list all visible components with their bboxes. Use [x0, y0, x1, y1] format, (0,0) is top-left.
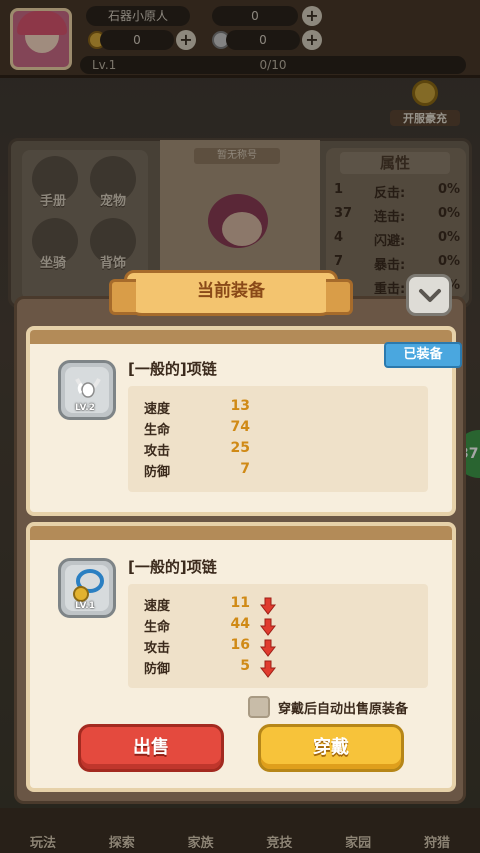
- decrease-arrow-icon: [260, 597, 276, 615]
- equipped-badge: 已装备: [384, 342, 462, 368]
- item-level: LV.2: [75, 403, 95, 413]
- necklace-icon: [75, 378, 101, 398]
- stat-row: 速度 13: [144, 398, 250, 417]
- stat-row: 攻击 25: [144, 440, 250, 459]
- item-level: LV.1: [75, 601, 95, 611]
- dialog-header: 当前装备: [109, 270, 353, 316]
- equipped-item-name: [一般的]项链: [128, 360, 217, 378]
- stat-row: 速度 11: [144, 595, 424, 615]
- stat-row: 防御 7: [144, 461, 250, 480]
- decrease-arrow-icon: [260, 660, 276, 678]
- new-item-name: [一般的]项链: [128, 558, 217, 576]
- auto-sell-checkbox[interactable]: [248, 696, 270, 718]
- collapse-button[interactable]: [406, 274, 452, 316]
- stat-row: 防御 5: [144, 658, 424, 678]
- wear-button[interactable]: 穿戴: [258, 724, 404, 772]
- stat-row: 生命 74: [144, 419, 250, 438]
- sell-button[interactable]: 出售: [78, 724, 224, 772]
- decrease-arrow-icon: [260, 618, 276, 636]
- stat-row: 生命 44: [144, 616, 424, 636]
- new-item-icon[interactable]: LV.1: [58, 558, 116, 618]
- decrease-arrow-icon: [260, 639, 276, 657]
- pendant-icon: [73, 569, 104, 602]
- dialog-title: 当前装备: [197, 281, 265, 301]
- equipped-item-icon[interactable]: LV.2: [58, 360, 116, 420]
- stat-row: 攻击 16: [144, 637, 424, 657]
- chevron-down-icon: [419, 289, 441, 302]
- auto-sell-label: 穿戴后自动出售原装备: [278, 702, 409, 717]
